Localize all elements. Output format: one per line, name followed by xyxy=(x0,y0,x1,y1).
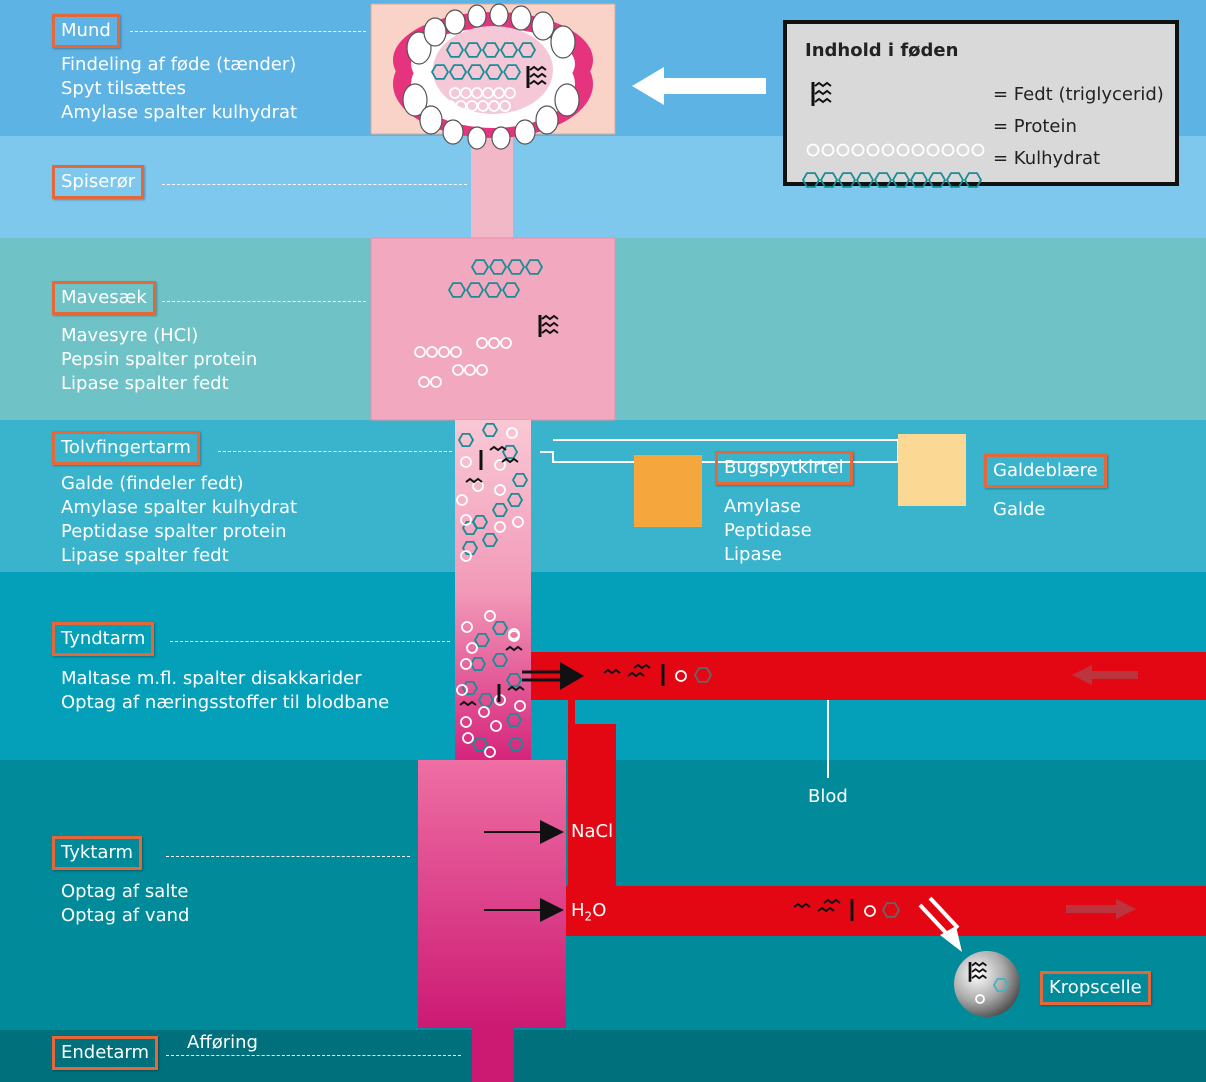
protein-unit xyxy=(926,143,940,157)
description-line: Lipase xyxy=(724,544,782,565)
protein-unit xyxy=(806,143,820,157)
description-line: Spyt tilsættes xyxy=(61,78,186,99)
label-spiseroer: Spiserør xyxy=(52,165,145,199)
protein-unit xyxy=(821,143,835,157)
protein-unit xyxy=(836,143,850,157)
carbohydrate-chain-icon xyxy=(801,172,983,188)
description-galdeblaere: Galde xyxy=(993,498,1045,522)
protein-unit xyxy=(911,143,925,157)
description-line: Galde (findeler fedt) xyxy=(61,473,244,494)
description-line: Findeling af føde (tænder) xyxy=(61,54,297,75)
description-line: Optag af næringsstoffer til blodbane xyxy=(61,692,390,713)
body-cell xyxy=(954,951,1020,1017)
gallbladder xyxy=(898,434,966,506)
leader-line-tyktarm xyxy=(166,856,410,857)
label-endetarm: Endetarm xyxy=(52,1036,158,1070)
description-line: Optag af salte xyxy=(61,881,189,902)
label-kropscelle: Kropscelle xyxy=(1040,971,1151,1005)
label-h2o: H2O xyxy=(571,899,606,929)
carbohydrate-unit xyxy=(927,172,947,188)
h2o-h: H xyxy=(571,900,585,921)
carbohydrate-unit xyxy=(855,172,875,188)
rectum xyxy=(472,1028,514,1082)
protein-unit xyxy=(956,143,970,157)
description-line: Optag af vand xyxy=(61,905,190,926)
protein-unit xyxy=(866,143,880,157)
carbohydrate-unit xyxy=(873,172,893,188)
carbohydrate-unit xyxy=(891,172,911,188)
protein-unit xyxy=(881,143,895,157)
label-tyndtarm: Tyndtarm xyxy=(52,622,155,656)
legend-panel: Indhold i føden = Fedt (triglycerid) = P… xyxy=(783,20,1179,188)
description-line: Lipase spalter fedt xyxy=(61,373,229,394)
description-line: Peptidase xyxy=(724,520,812,541)
protein-unit xyxy=(971,143,985,157)
leader-line-mavesaek xyxy=(162,301,366,302)
legend-title: Indhold i føden xyxy=(805,40,959,61)
legend-row-protein: = Protein xyxy=(993,116,1077,137)
description-line: Amylase spalter kulhydrat xyxy=(61,497,298,518)
description-line: Mavesyre (HCl) xyxy=(61,325,199,346)
duodenum xyxy=(455,420,531,760)
h2o-o: O xyxy=(592,900,607,921)
description-tolvfingertarm: Galde (findeler fedt) Amylase spalter ku… xyxy=(61,472,297,568)
protein-chain-icon xyxy=(806,143,985,157)
digestion-diagram: Mund Findeling af føde (tænder) Spyt til… xyxy=(0,0,1206,1082)
description-mavesaek: Mavesyre (HCl) Pepsin spalter protein Li… xyxy=(61,324,257,396)
description-mund: Findeling af føde (tænder) Spyt tilsætte… xyxy=(61,53,297,125)
description-line: Pepsin spalter protein xyxy=(61,349,258,370)
description-line: Amylase spalter kulhydrat xyxy=(61,102,298,123)
protein-unit xyxy=(896,143,910,157)
label-galdeblaere: Galdeblære xyxy=(984,454,1107,488)
esophagus xyxy=(471,134,513,238)
leader-line-tyndtarm xyxy=(170,641,450,642)
carbohydrate-unit xyxy=(837,172,857,188)
stomach xyxy=(370,237,616,421)
label-bugspytkirtel: Bugspytkirtel xyxy=(715,451,853,485)
carbohydrate-unit xyxy=(819,172,839,188)
label-affoering: Afføring xyxy=(187,1032,258,1053)
description-tyndtarm: Maltase m.fl. spalter disakkarider Optag… xyxy=(61,667,389,715)
legend-icons xyxy=(801,81,985,188)
label-blod: Blod xyxy=(808,786,848,807)
description-bugspytkirtel: Amylase Peptidase Lipase xyxy=(724,495,812,567)
legend-row-fat: = Fedt (triglycerid) xyxy=(993,84,1164,105)
pancreas xyxy=(634,455,702,527)
label-mund: Mund xyxy=(52,14,120,48)
description-tyktarm: Optag af salte Optag af vand xyxy=(61,880,189,928)
protein-unit xyxy=(851,143,865,157)
large-intestine xyxy=(418,760,566,1028)
description-line: Amylase xyxy=(724,496,801,517)
legend-arrow xyxy=(632,67,766,105)
carbohydrate-unit xyxy=(801,172,821,188)
leader-line-mund xyxy=(130,31,366,32)
label-nacl: NaCl xyxy=(571,821,614,842)
leader-line-spiseroer xyxy=(162,184,467,185)
protein-unit xyxy=(941,143,955,157)
description-line: Lipase spalter fedt xyxy=(61,545,229,566)
legend-row-carbohydrate: = Kulhydrat xyxy=(993,148,1101,169)
label-tolvfingertarm: Tolvfingertarm xyxy=(52,431,200,465)
carbohydrate-unit xyxy=(945,172,965,188)
fat-icon xyxy=(811,81,832,106)
description-line: Maltase m.fl. spalter disakkarider xyxy=(61,668,362,689)
leader-line-tolvfingertarm xyxy=(218,451,452,452)
carbohydrate-unit xyxy=(963,172,983,188)
leader-line-endetarm xyxy=(166,1055,461,1056)
band-rectum xyxy=(0,1030,1206,1082)
description-line: Peptidase spalter protein xyxy=(61,521,287,542)
label-mavesaek: Mavesæk xyxy=(52,281,156,315)
description-line: Galde xyxy=(993,499,1046,520)
carbohydrate-unit xyxy=(909,172,929,188)
label-tyktarm: Tyktarm xyxy=(52,836,142,870)
